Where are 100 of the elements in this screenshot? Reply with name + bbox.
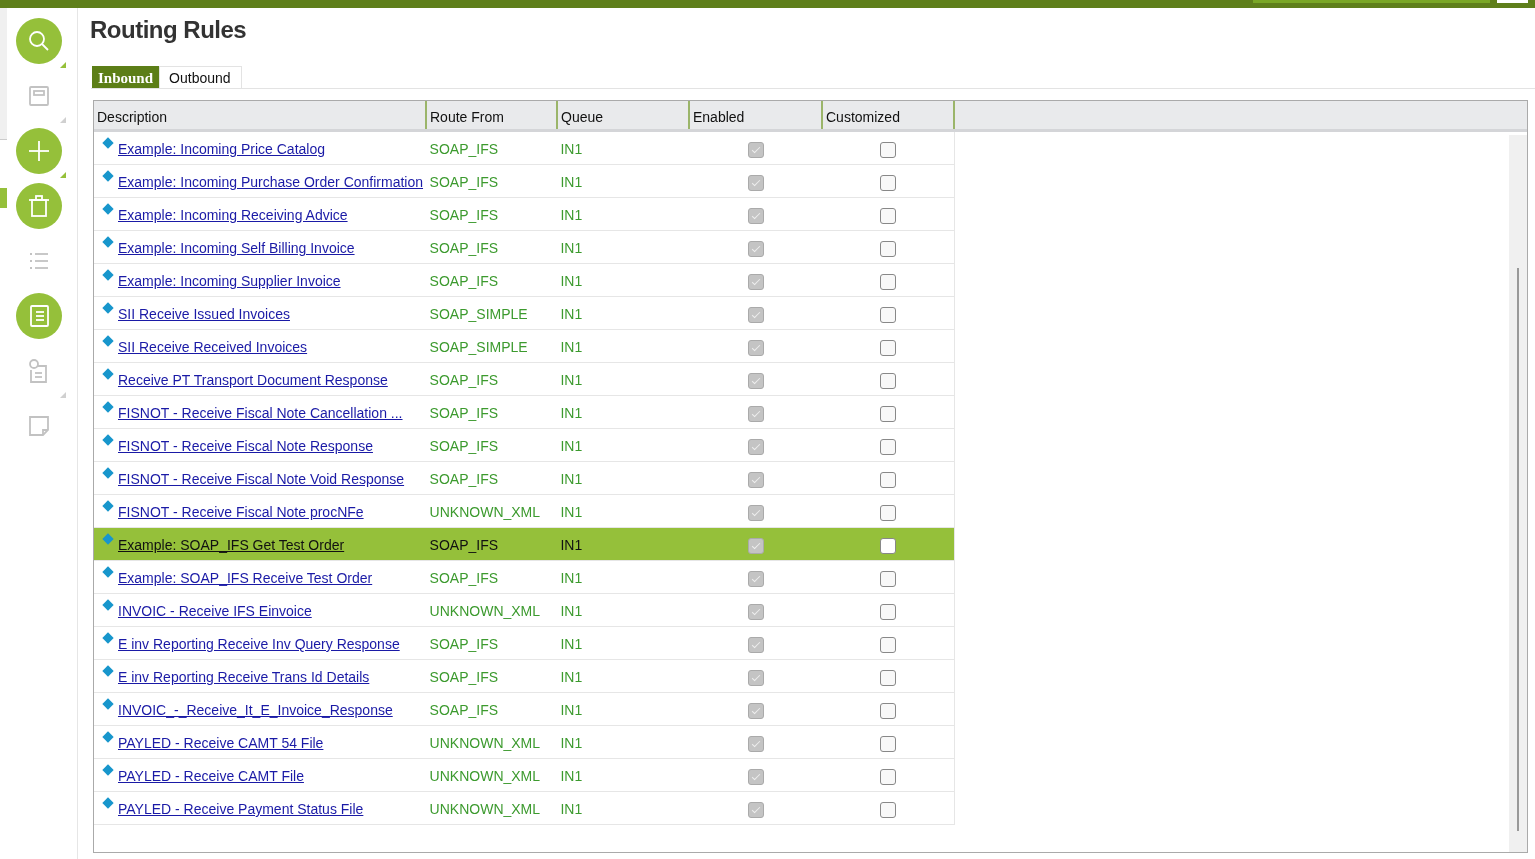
description-link[interactable]: Example: SOAP_IFS Receive Test Order xyxy=(118,570,373,586)
table-row[interactable]: E inv Reporting Receive Trans Id Details SOAP_IFS IN1 xyxy=(94,660,955,693)
description-link[interactable]: PAYLED - Receive CAMT File xyxy=(118,768,304,784)
enabled-checkbox[interactable] xyxy=(747,505,764,521)
scrollbar[interactable] xyxy=(1509,135,1527,852)
table-row[interactable]: Example: Incoming Receiving Advice SOAP_IFS IN1 xyxy=(94,198,955,231)
enabled-checkbox[interactable] xyxy=(747,241,764,257)
description-link[interactable]: SII Receive Received Invoices xyxy=(118,339,308,355)
customized-checkbox[interactable] xyxy=(880,406,897,422)
enabled-checkbox[interactable] xyxy=(747,736,764,752)
customized-checkbox[interactable] xyxy=(880,373,897,389)
table-cell: IN1 xyxy=(560,801,583,817)
table-cell: SOAP_IFS xyxy=(429,669,499,685)
table-row[interactable]: Receive PT Transport Document Response SOAP_IFS IN1 xyxy=(94,363,955,396)
scrollbar-thumb[interactable] xyxy=(1517,268,1519,831)
enabled-checkbox[interactable] xyxy=(747,703,764,719)
document-list-button[interactable] xyxy=(15,293,62,339)
customized-checkbox[interactable] xyxy=(880,637,897,653)
customized-checkbox[interactable] xyxy=(880,505,897,521)
trash-button[interactable] xyxy=(15,183,62,229)
description-link[interactable]: INVOIC_-_Receive_It_E_Invoice_Response xyxy=(118,702,393,718)
table-row[interactable]: Example: Incoming Supplier Invoice SOAP_IFS IN1 xyxy=(94,264,955,297)
customized-checkbox[interactable] xyxy=(880,769,897,785)
customized-checkbox[interactable] xyxy=(880,340,897,356)
description-link[interactable]: Example: Incoming Supplier Invoice xyxy=(118,273,341,289)
customized-checkbox[interactable] xyxy=(880,571,897,587)
table-row[interactable]: Example: Incoming Self Billing Invoice SOAP_IFS IN1 xyxy=(94,231,955,264)
customized-checkbox[interactable] xyxy=(880,472,897,488)
table-row[interactable]: FISNOT - Receive Fiscal Note Cancellation ... SOAP_IFS IN1 xyxy=(94,396,955,429)
description-link[interactable]: E inv Reporting Receive Trans Id Details xyxy=(118,669,370,685)
enabled-checkbox[interactable] xyxy=(747,274,764,290)
enabled-checkbox[interactable] xyxy=(747,439,764,455)
description-link[interactable]: INVOIC - Receive IFS Einvoice xyxy=(118,603,312,619)
enabled-checkbox[interactable] xyxy=(747,307,764,323)
customized-checkbox[interactable] xyxy=(880,274,897,290)
column-header[interactable]: Route From xyxy=(427,101,558,129)
enabled-checkbox[interactable] xyxy=(747,175,764,191)
enabled-checkbox[interactable] xyxy=(747,142,764,158)
customized-checkbox[interactable] xyxy=(880,670,897,686)
table-cell: SOAP_IFS xyxy=(429,240,499,256)
customized-checkbox[interactable] xyxy=(880,604,897,620)
enabled-checkbox[interactable] xyxy=(747,604,764,620)
customized-checkbox[interactable] xyxy=(880,802,897,818)
customized-checkbox[interactable] xyxy=(880,538,897,554)
enabled-checkbox[interactable] xyxy=(747,340,764,356)
tab[interactable]: Inbound xyxy=(92,66,160,88)
table-row[interactable]: E inv Reporting Receive Inv Query Response SOAP_IFS IN1 xyxy=(94,627,955,660)
table-row[interactable]: PAYLED - Receive CAMT File UNKNOWN_XML IN1 xyxy=(94,759,955,792)
description-link[interactable]: Example: Incoming Receiving Advice xyxy=(118,207,348,223)
table-row[interactable]: Example: Incoming Purchase Order Confirmation SOAP_IFS IN1 xyxy=(94,165,955,198)
customized-checkbox[interactable] xyxy=(880,736,897,752)
table-cell: IN1 xyxy=(560,141,583,157)
table-row[interactable]: Example: SOAP_IFS Get Test Order SOAP_IFS IN1 xyxy=(94,528,955,561)
description-link[interactable]: FISNOT - Receive Fiscal Note Response xyxy=(118,438,373,454)
top-bar-field[interactable] xyxy=(1253,0,1490,3)
table-row[interactable]: FISNOT - Receive Fiscal Note Response SOAP_IFS IN1 xyxy=(94,429,955,462)
enabled-checkbox[interactable] xyxy=(747,406,764,422)
enabled-checkbox[interactable] xyxy=(747,670,764,686)
description-link[interactable]: PAYLED - Receive Payment Status File xyxy=(118,801,364,817)
description-link[interactable]: FISNOT - Receive Fiscal Note procNFe xyxy=(118,504,364,520)
customized-checkbox[interactable] xyxy=(880,703,897,719)
tab[interactable]: Outbound xyxy=(159,66,242,88)
enabled-checkbox[interactable] xyxy=(747,538,764,554)
table-row[interactable]: INVOIC - Receive IFS Einvoice UNKNOWN_XML IN1 xyxy=(94,594,955,627)
table-row[interactable]: SII Receive Received Invoices SOAP_SIMPLE IN1 xyxy=(94,330,955,363)
description-link[interactable]: SII Receive Issued Invoices xyxy=(118,306,290,322)
enabled-checkbox[interactable] xyxy=(747,472,764,488)
table-row[interactable]: PAYLED - Receive Payment Status File UNKNOWN_XML IN1 xyxy=(94,792,955,825)
table-row[interactable]: SII Receive Issued Invoices SOAP_SIMPLE IN1 xyxy=(94,297,955,330)
column-header[interactable]: Queue xyxy=(558,101,690,129)
description-link[interactable]: Example: Incoming Price Catalog xyxy=(118,141,325,157)
description-link[interactable]: Example: Incoming Self Billing Invoice xyxy=(118,240,355,256)
table-row[interactable]: FISNOT - Receive Fiscal Note Void Response SOAP_IFS IN1 xyxy=(94,462,955,495)
description-link[interactable]: Example: Incoming Purchase Order Confirmation xyxy=(118,174,424,190)
table-row[interactable]: PAYLED - Receive CAMT 54 File UNKNOWN_XML IN1 xyxy=(94,726,955,759)
customized-checkbox[interactable] xyxy=(880,208,897,224)
customized-checkbox[interactable] xyxy=(880,175,897,191)
description-link[interactable]: PAYLED - Receive CAMT 54 File xyxy=(118,735,324,751)
table-row[interactable]: Example: Incoming Price Catalog SOAP_IFS IN1 xyxy=(94,132,955,165)
description-link[interactable]: Receive PT Transport Document Response xyxy=(118,372,388,388)
customized-checkbox[interactable] xyxy=(880,439,897,455)
enabled-checkbox[interactable] xyxy=(747,769,764,785)
description-link[interactable]: FISNOT - Receive Fiscal Note Void Response xyxy=(118,471,405,487)
table-cell: SOAP_IFS xyxy=(429,537,499,553)
description-link[interactable]: E inv Reporting Receive Inv Query Response xyxy=(118,636,400,652)
customized-checkbox[interactable] xyxy=(880,142,897,158)
customized-checkbox[interactable] xyxy=(880,307,897,323)
enabled-checkbox[interactable] xyxy=(747,571,764,587)
enabled-checkbox[interactable] xyxy=(747,637,764,653)
enabled-checkbox[interactable] xyxy=(747,373,764,389)
enabled-checkbox[interactable] xyxy=(747,802,764,818)
description-link[interactable]: FISNOT - Receive Fiscal Note Cancellation ... xyxy=(118,405,403,421)
enabled-checkbox[interactable] xyxy=(747,208,764,224)
column-header[interactable]: Customized xyxy=(823,101,955,129)
customized-checkbox[interactable] xyxy=(880,241,897,257)
column-header[interactable]: Description xyxy=(94,101,427,129)
table-row[interactable]: INVOIC_-_Receive_It_E_Invoice_Response SOAP_IFS IN1 xyxy=(94,693,955,726)
table-row[interactable]: Example: SOAP_IFS Receive Test Order SOAP_IFS IN1 xyxy=(94,561,955,594)
description-link[interactable]: Example: SOAP_IFS Get Test Order xyxy=(118,537,345,553)
column-header[interactable]: Enabled xyxy=(690,101,823,129)
